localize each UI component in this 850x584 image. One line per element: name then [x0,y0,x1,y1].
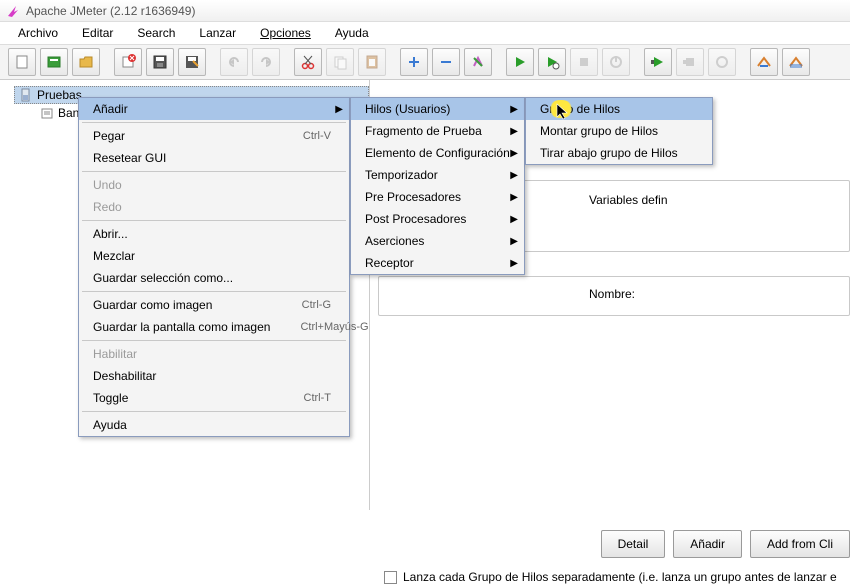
submenu-item-threads[interactable]: Hilos (Usuarios)▶ [351,98,524,120]
submenu-item-assertions[interactable]: Aserciones▶ [351,230,524,252]
submenu-item-timer[interactable]: Temporizador▶ [351,164,524,186]
menu-item-add[interactable]: Añadir▶ [79,98,349,120]
detail-button[interactable]: Detail [601,530,666,558]
submenu-item-postprocessors[interactable]: Post Procesadores▶ [351,208,524,230]
menu-item-save-screen-image[interactable]: Guardar la pantalla como imagenCtrl+Mayú… [79,316,349,338]
submenu-item-listener[interactable]: Receptor▶ [351,252,524,274]
menu-archivo[interactable]: Archivo [6,23,70,43]
submenu-item-config-element[interactable]: Elemento de Configuración▶ [351,142,524,164]
cut-button[interactable] [294,48,322,76]
menu-item-open[interactable]: Abrir... [79,223,349,245]
add-button[interactable]: Añadir [673,530,742,558]
open-button[interactable] [72,48,100,76]
submenu-threads: Grupo de Hilos Montar grupo de Hilos Tir… [525,97,713,165]
clear-all-button[interactable] [782,48,810,76]
add-from-clipboard-button[interactable]: Add from Cli [750,530,850,558]
run-serially-row: Lanza cada Grupo de Hilos separadamente … [384,570,837,584]
close-button[interactable] [114,48,142,76]
submenu-item-test-fragment[interactable]: Fragmento de Prueba▶ [351,120,524,142]
menu-item-help[interactable]: Ayuda [79,414,349,436]
window-title: Apache JMeter (2.12 r1636949) [26,4,195,18]
menu-lanzar[interactable]: Lanzar [187,23,248,43]
context-menu: Añadir▶ PegarCtrl-V Resetear GUI Undo Re… [78,97,350,437]
name-label: Nombre: [589,287,635,301]
redo-button[interactable] [252,48,280,76]
undo-button[interactable] [220,48,248,76]
app-icon [6,4,20,18]
shutdown-button[interactable] [602,48,630,76]
save-as-button[interactable] [178,48,206,76]
menu-editar[interactable]: Editar [70,23,125,43]
stop-button[interactable] [570,48,598,76]
menu-item-save-image[interactable]: Guardar como imagenCtrl-G [79,294,349,316]
templates-button[interactable] [40,48,68,76]
submenu-add: Hilos (Usuarios)▶ Fragmento de Prueba▶ E… [350,97,525,275]
menu-separator [82,411,346,412]
toggle-button[interactable] [464,48,492,76]
expand-button[interactable] [400,48,428,76]
window-titlebar: Apache JMeter (2.12 r1636949) [0,0,850,22]
menu-item-merge[interactable]: Mezclar [79,245,349,267]
clear-button[interactable] [750,48,778,76]
copy-button[interactable] [326,48,354,76]
paste-button[interactable] [358,48,386,76]
submenu-item-teardown-thread-group[interactable]: Tirar abajo grupo de Hilos [526,142,712,164]
menu-opciones[interactable]: Opciones [248,23,323,43]
menu-item-redo: Redo [79,196,349,218]
new-button[interactable] [8,48,36,76]
remote-stop-button[interactable] [676,48,704,76]
name-box: Nombre: [378,276,850,316]
toolbar [0,44,850,80]
menu-item-save-selection[interactable]: Guardar selección como... [79,267,349,289]
menu-search[interactable]: Search [125,23,187,43]
tree-label: Pruebas [37,88,82,102]
save-button[interactable] [146,48,174,76]
menu-separator [82,171,346,172]
menu-item-paste[interactable]: PegarCtrl-V [79,125,349,147]
menubar: Archivo Editar Search Lanzar Opciones Ay… [0,22,850,44]
menu-separator [82,340,346,341]
menu-item-toggle[interactable]: ToggleCtrl-T [79,387,349,409]
button-row: Detail Añadir Add from Cli [601,530,850,558]
submenu-item-preprocessors[interactable]: Pre Procesadores▶ [351,186,524,208]
run-serially-checkbox[interactable] [384,571,397,584]
submenu-item-setup-thread-group[interactable]: Montar grupo de Hilos [526,120,712,142]
menu-separator [82,122,346,123]
menu-item-reset-gui[interactable]: Resetear GUI [79,147,349,169]
menu-separator [82,291,346,292]
run-notimer-button[interactable] [538,48,566,76]
menu-separator [82,220,346,221]
menu-item-enable: Habilitar [79,343,349,365]
menu-item-undo: Undo [79,174,349,196]
submenu-item-thread-group[interactable]: Grupo de Hilos [526,98,712,120]
menu-item-disable[interactable]: Deshabilitar [79,365,349,387]
run-button[interactable] [506,48,534,76]
variables-heading: Variables defin [589,193,668,207]
remote-start-button[interactable] [644,48,672,76]
collapse-button[interactable] [432,48,460,76]
run-serially-label: Lanza cada Grupo de Hilos separadamente … [403,570,837,584]
remote-shutdown-button[interactable] [708,48,736,76]
menu-ayuda[interactable]: Ayuda [323,23,381,43]
